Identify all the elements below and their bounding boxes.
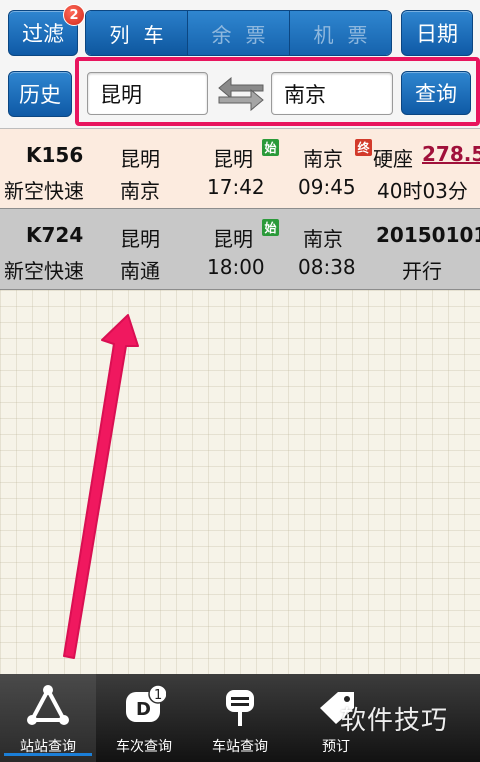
filter-button[interactable]: 过滤 2 [8,4,85,56]
swap-arrows-icon[interactable] [215,76,267,112]
query-button[interactable]: 查询 [401,71,471,115]
travel-duration: 40时03分 [377,179,468,203]
arrive-time: 09:45 [298,175,356,199]
station-sign-icon [226,690,254,726]
depart-station: 昆明 [213,147,253,171]
filter-button-label: 过滤 [22,22,64,46]
tab-flight-label: 机票 [313,22,382,47]
to-station-input[interactable]: 南京 [271,72,393,115]
end-station-tag: 终 [355,139,372,156]
terminus-station: 南京 [120,179,160,203]
tab-remaining-tickets[interactable]: 余票 [187,11,289,55]
start-station-tag: 始 [262,219,279,236]
nav-booking-label: 预订 [322,739,350,755]
mode-tabs: 列车 余票 机票 [85,10,392,56]
date-button[interactable]: 日期 [401,10,473,56]
nav-station-query-label: 车站查询 [212,739,268,755]
from-station-input[interactable]: 昆明 [87,72,208,115]
watermark-text: 软件技巧 [340,706,449,736]
to-station-value: 南京 [284,82,326,107]
tab-remaining-tickets-label: 余票 [211,22,280,47]
train-type: 新空快速 [4,179,84,203]
train-number: K156 [26,143,84,167]
depart-time: 17:42 [207,175,265,199]
nav-station-to-station-label: 站站查询 [20,739,76,755]
train-number-badge: 1 [154,688,162,703]
nav-station-to-station[interactable]: 站站查询 [0,674,96,762]
history-button-label: 历史 [19,83,61,107]
origin-station: 昆明 [120,227,160,251]
svg-text:D: D [136,699,151,720]
route-triangle-icon [27,685,69,725]
arrive-station: 南京 [303,227,343,251]
origin-station: 昆明 [120,147,160,171]
tab-train-label: 列车 [109,22,178,47]
query-button-label: 查询 [415,82,457,106]
run-status: 开行 [402,259,442,283]
train-type: 新空快速 [4,259,84,283]
tab-train[interactable]: 列车 [86,11,187,55]
tab-flight[interactable]: 机票 [289,11,391,55]
train-result-row[interactable]: K724 新空快速 昆明 南通 昆明 始 18:00 南京 08:38 2015… [0,209,480,290]
arrive-time: 08:38 [298,255,356,279]
depart-station: 昆明 [213,227,253,251]
filter-count-badge: 2 [63,4,85,26]
train-result-row[interactable]: K156 新空快速 昆明 南京 昆明 始 17:42 南京 终 09:45 硬座… [0,128,480,209]
from-station-value: 昆明 [100,82,142,107]
arrive-station: 南京 [303,147,343,171]
date-button-label: 日期 [416,22,458,46]
nav-train-number[interactable]: D 1 车次查询 [96,674,192,762]
terminus-station: 南通 [120,259,160,283]
history-button[interactable]: 历史 [8,71,72,117]
start-station-tag: 始 [262,139,279,156]
run-date: 20150101 [376,223,480,247]
train-number-icon: D 1 [126,684,166,722]
nav-train-number-label: 车次查询 [116,739,172,755]
annotation-arrow [63,314,139,659]
ticket-price-link[interactable]: 278.5 [422,142,480,166]
depart-time: 18:00 [207,255,265,279]
seat-type: 硬座 [373,147,413,171]
train-number: K724 [26,223,84,247]
nav-station-query[interactable]: 车站查询 [192,674,288,762]
top-toolbar: 过滤 2 列车 余票 机票 日期 历史 昆明 南京 查询 [0,0,480,128]
